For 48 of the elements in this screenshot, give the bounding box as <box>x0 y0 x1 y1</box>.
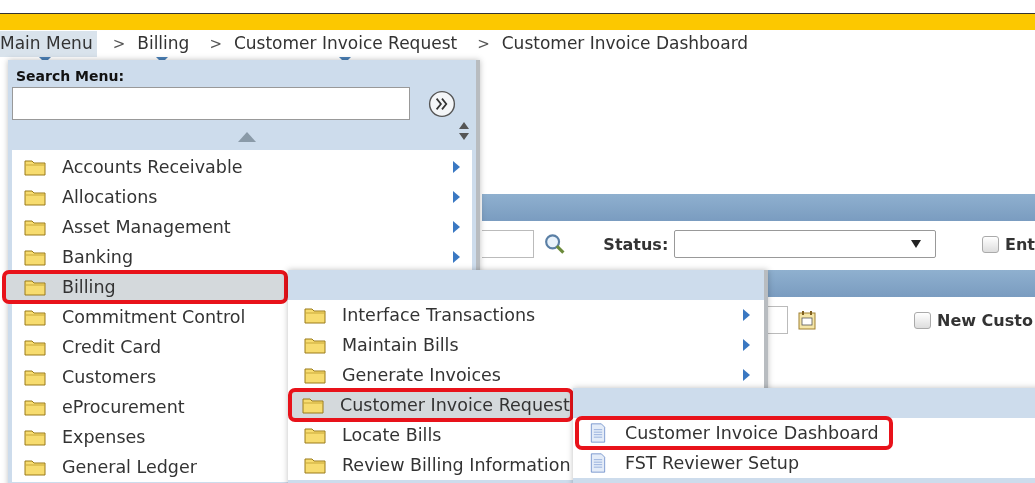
sort-icon[interactable] <box>458 122 470 140</box>
checkbox-label: New Custo <box>937 310 1033 330</box>
search-menu-label: Search Menu: <box>15 68 126 84</box>
breadcrumb-separator: > <box>112 35 126 53</box>
folder-icon <box>24 397 46 417</box>
folder-icon <box>304 305 326 325</box>
folder-icon <box>24 217 46 237</box>
folder-icon <box>304 335 326 355</box>
folder-icon <box>24 187 46 207</box>
go-button-icon[interactable] <box>428 89 456 118</box>
breadcrumb-link[interactable]: Main Menu <box>0 31 97 57</box>
scroll-up-icon[interactable] <box>238 132 256 142</box>
folder-icon <box>24 277 46 297</box>
folder-icon <box>304 455 326 475</box>
folder-icon <box>304 365 326 385</box>
folder-icon <box>24 157 46 177</box>
input-field[interactable] <box>482 230 534 258</box>
menu-item[interactable]: Asset Management <box>12 212 472 242</box>
folder-icon <box>24 337 46 357</box>
menu-item[interactable]: Allocations <box>12 182 472 212</box>
calendar-icon[interactable] <box>798 310 816 330</box>
checkbox[interactable] <box>982 235 1000 253</box>
menu-item[interactable]: FST Reviewer Setup <box>577 448 1035 478</box>
checkbox-label: Ent <box>1005 234 1035 254</box>
search-field[interactable] <box>12 87 410 120</box>
menu-item[interactable]: Accounts Receivable <box>12 152 472 182</box>
folder-icon <box>24 457 46 477</box>
search-icon[interactable] <box>543 233 566 255</box>
breadcrumb-separator: > <box>209 35 222 53</box>
menu-item[interactable]: Customer Invoice Dashboard <box>577 418 891 448</box>
menu-item[interactable]: Customer Invoice Request <box>290 390 572 420</box>
status-dropdown[interactable] <box>674 230 937 258</box>
menu-item[interactable]: Generate Invoices <box>292 360 764 390</box>
folder-icon <box>24 367 46 387</box>
menu-item[interactable]: Interface Transactions <box>292 300 764 330</box>
folder-icon <box>24 247 46 267</box>
folder-icon <box>302 395 324 415</box>
breadcrumb-separator: > <box>477 35 490 53</box>
folder-icon <box>24 307 46 327</box>
menu-item[interactable]: Banking <box>12 242 472 272</box>
menu-item[interactable]: Maintain Bills <box>292 330 764 360</box>
dropdown-arrow-icon <box>911 240 922 248</box>
status-label: Status: <box>603 234 669 254</box>
menu-item[interactable]: Billing <box>4 272 286 302</box>
checkbox[interactable] <box>914 311 931 329</box>
breadcrumb-link[interactable]: Customer Invoice Dashboard <box>495 31 753 57</box>
folder-icon <box>24 427 46 447</box>
folder-icon <box>304 425 326 445</box>
